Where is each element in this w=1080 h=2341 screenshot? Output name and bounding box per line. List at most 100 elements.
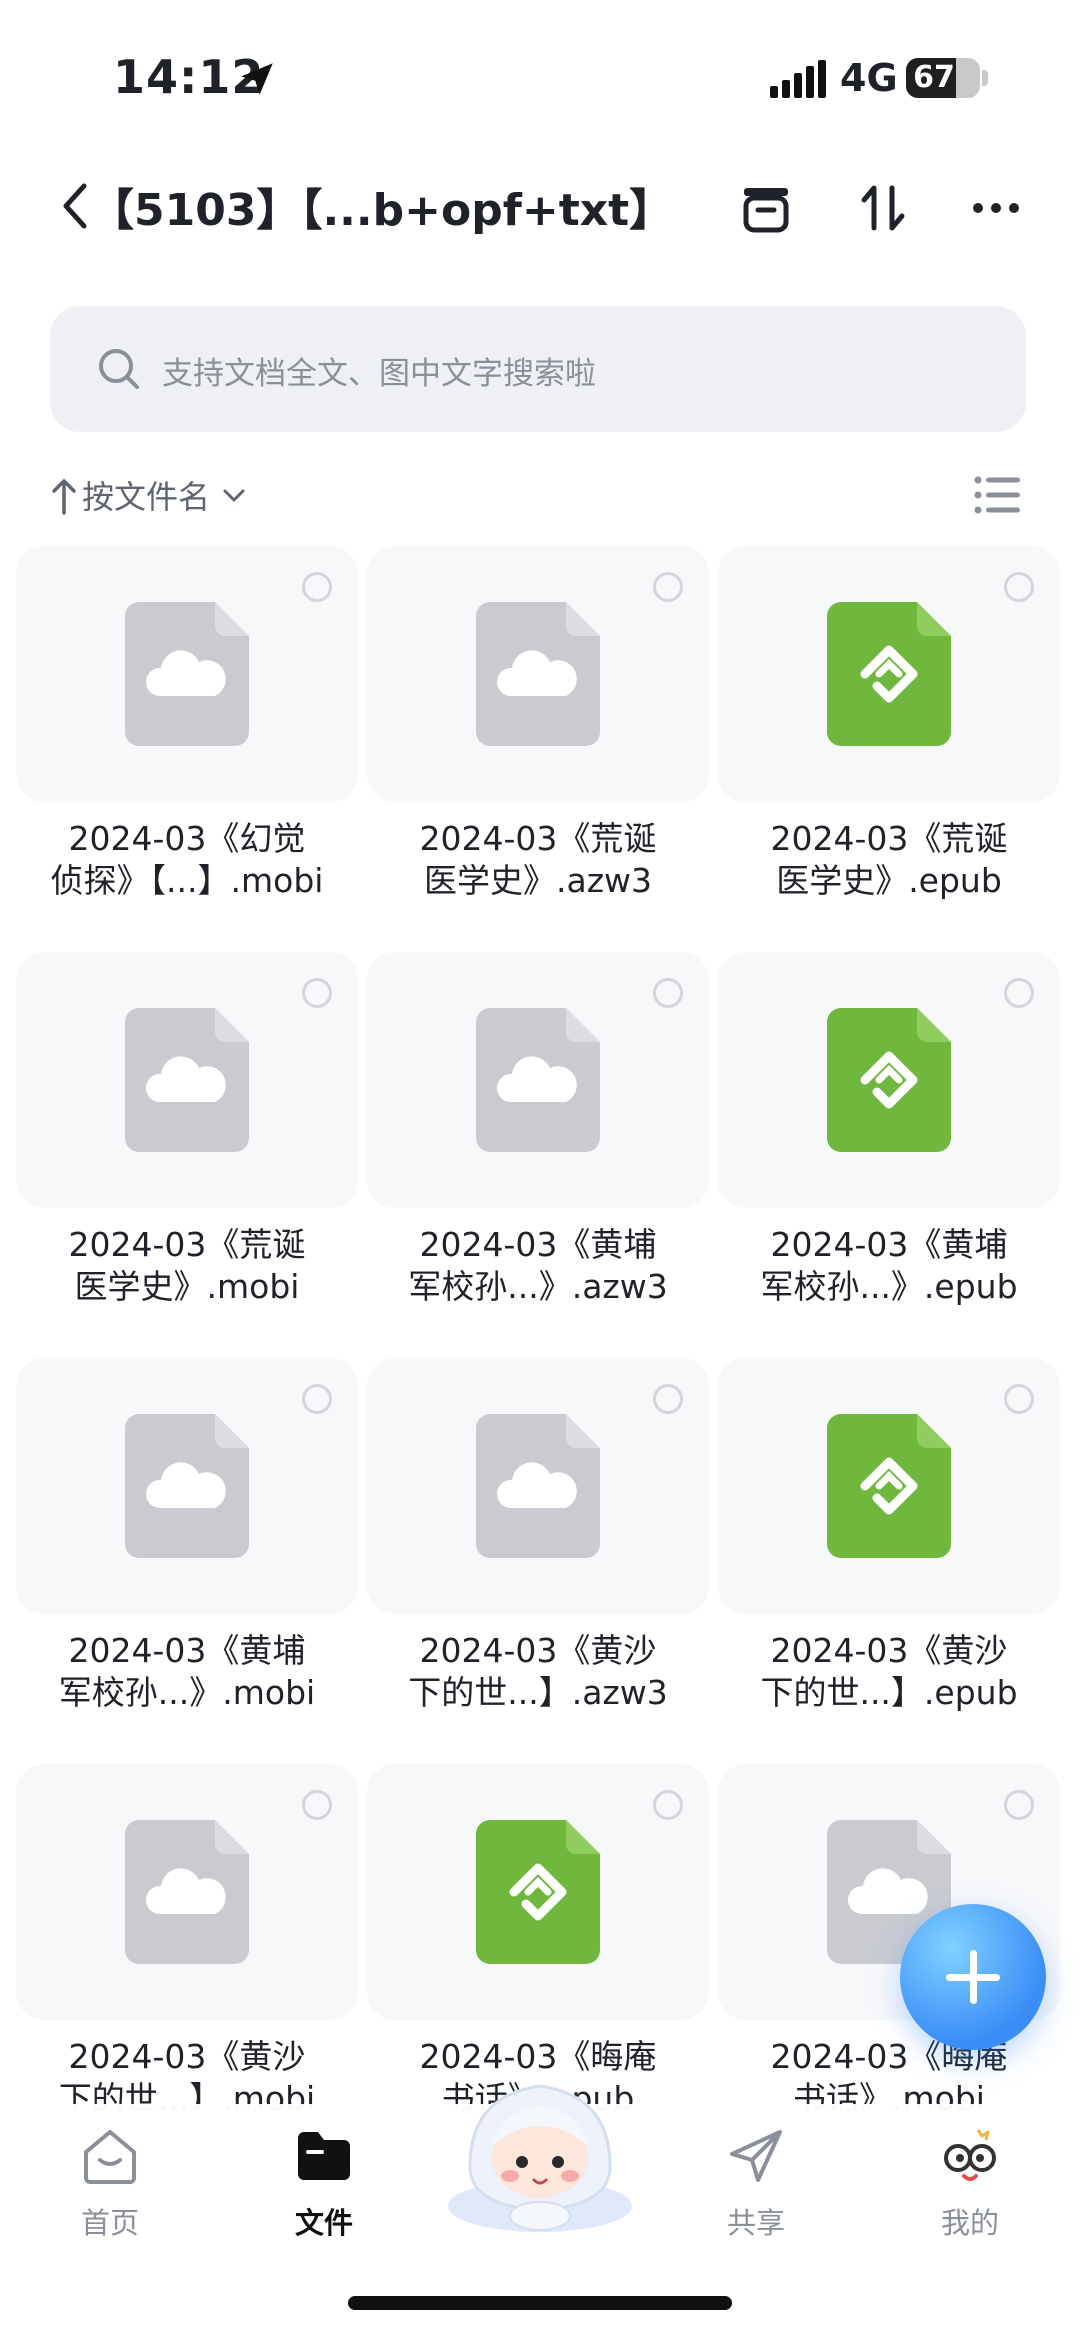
file-name: 2024-03《黄埔 军校孙...》.azw3: [367, 1224, 709, 1308]
search-icon: [99, 349, 139, 389]
battery-level: 67: [913, 60, 955, 95]
file-name-line1: 2024-03《黄埔: [419, 1225, 657, 1264]
profile-icon: [944, 2129, 996, 2181]
sort-label: 按文件名: [82, 478, 211, 516]
select-radio[interactable]: [1004, 978, 1034, 1008]
folder-icon: [298, 2132, 350, 2180]
file-name-line1: 2024-03《荒诞: [419, 819, 657, 858]
file-name-line2: 医学史》.azw3: [423, 861, 653, 900]
file-name-line1: 2024-03《荒诞: [770, 819, 1008, 858]
home-indicator: [348, 2296, 732, 2310]
select-radio[interactable]: [653, 1790, 683, 1820]
network-type: 4G: [840, 56, 898, 100]
file-thumbnail[interactable]: [16, 1764, 358, 2020]
tab-share[interactable]: 共享: [676, 2124, 836, 2264]
mascot-icon[interactable]: [440, 2066, 640, 2236]
select-radio[interactable]: [653, 572, 683, 602]
select-radio[interactable]: [1004, 572, 1034, 602]
file-name: 2024-03《荒诞 医学史》.mobi: [16, 1224, 358, 1308]
signal-icon: [770, 60, 826, 98]
tab-files-label: 文件: [294, 2206, 353, 2240]
tab-home-label: 首页: [80, 2206, 139, 2240]
file-name: 2024-03《荒诞 医学史》.epub: [718, 818, 1060, 902]
file-thumbnail[interactable]: [718, 952, 1060, 1208]
file-thumbnail[interactable]: [16, 1358, 358, 1614]
tab-profile[interactable]: 我的: [890, 2124, 1050, 2264]
tab-share-label: 共享: [726, 2206, 785, 2240]
file-name-line1: 2024-03《黄沙: [68, 2037, 306, 2076]
location-arrow-icon: [241, 63, 273, 95]
chevron-down-icon: [223, 489, 245, 502]
select-radio[interactable]: [302, 978, 332, 1008]
file-name: 2024-03《黄沙 下的世...】.azw3: [367, 1630, 709, 1714]
battery-cap: [982, 70, 988, 86]
file-thumbnail[interactable]: [16, 952, 358, 1208]
file-name-line2: 医学史》.epub: [776, 861, 1002, 900]
file-name: 2024-03《黄沙 下的世...】.mobi: [16, 2036, 358, 2110]
cloud-file-icon: [476, 1008, 600, 1152]
cloud-file-icon: [125, 602, 249, 746]
search-placeholder: 支持文档全文、图中文字搜索啦: [162, 356, 596, 392]
file-grid: 2024-03《幻觉 侦探》【...】.mobi 2024-03《荒诞 医学史》.az…: [16, 546, 1060, 2110]
file-thumbnail[interactable]: [718, 1358, 1060, 1614]
epub-file-icon: [827, 1414, 951, 1558]
search-input[interactable]: 支持文档全文、图中文字搜索啦: [50, 306, 1026, 432]
sort-swap-icon[interactable]: [856, 180, 912, 236]
select-radio[interactable]: [302, 1384, 332, 1414]
file-name-line2: 下的世...】.azw3: [408, 1673, 668, 1712]
file-name-line2: 军校孙...》.mobi: [58, 1673, 316, 1712]
select-radio[interactable]: [302, 1790, 332, 1820]
list-view-icon[interactable]: [974, 476, 1020, 514]
cloud-file-icon: [125, 1820, 249, 1964]
file-thumbnail[interactable]: [367, 1358, 709, 1614]
file-name-line1: 2024-03《黄埔: [770, 1225, 1008, 1264]
tab-profile-label: 我的: [940, 2206, 999, 2240]
file-name-line2: 军校孙...》.epub: [760, 1267, 1018, 1306]
arrow-up-icon: [52, 479, 76, 515]
more-icon[interactable]: [968, 180, 1024, 236]
file-thumbnail[interactable]: [16, 546, 358, 802]
tab-home[interactable]: 首页: [30, 2124, 190, 2264]
file-name-line2: 军校孙...》.azw3: [408, 1267, 668, 1306]
file-name-line2: 下的世...】.epub: [760, 1673, 1018, 1712]
cloud-file-icon: [476, 602, 600, 746]
cloud-file-icon: [125, 1008, 249, 1152]
file-name-line1: 2024-03《黄沙: [770, 1631, 1008, 1670]
file-name-line1: 2024-03《黄沙: [419, 1631, 657, 1670]
epub-file-icon: [827, 1008, 951, 1152]
select-radio[interactable]: [302, 572, 332, 602]
file-name-line2: 医学史》.mobi: [74, 1267, 300, 1306]
send-icon: [730, 2130, 782, 2182]
file-name: 2024-03《晦庵 书话》.mobi: [718, 2036, 1060, 2110]
file-name: 2024-03《荒诞 医学史》.azw3: [367, 818, 709, 902]
file-name: 2024-03《黄沙 下的世...】.epub: [718, 1630, 1060, 1714]
file-thumbnail[interactable]: [718, 546, 1060, 802]
select-radio[interactable]: [1004, 1384, 1034, 1414]
file-name-line2: 侦探》【...】.mobi: [50, 861, 324, 900]
file-name: 2024-03《黄埔 军校孙...》.mobi: [16, 1630, 358, 1714]
archive-icon[interactable]: [738, 180, 794, 236]
file-thumbnail[interactable]: [367, 952, 709, 1208]
battery-icon: 67: [906, 58, 980, 98]
epub-file-icon: [827, 602, 951, 746]
file-name-line1: 2024-03《黄埔: [68, 1631, 306, 1670]
select-radio[interactable]: [653, 978, 683, 1008]
file-name: 2024-03《黄埔 军校孙...》.epub: [718, 1224, 1060, 1308]
file-thumbnail[interactable]: [367, 546, 709, 802]
status-bar: 14:12 4G 67: [0, 0, 1080, 150]
file-name-line1: 2024-03《幻觉: [68, 819, 306, 858]
tab-files[interactable]: 文件: [244, 2124, 404, 2264]
file-name-line1: 2024-03《晦庵: [770, 2037, 1008, 2076]
select-radio[interactable]: [1004, 1790, 1034, 1820]
file-thumbnail[interactable]: [367, 1764, 709, 2020]
select-radio[interactable]: [653, 1384, 683, 1414]
cloud-file-icon: [476, 1414, 600, 1558]
plus-icon-vertical: [970, 1950, 977, 2004]
epub-file-icon: [476, 1820, 600, 1964]
home-icon: [84, 2130, 136, 2184]
file-name: 2024-03《幻觉 侦探》【...】.mobi: [16, 818, 358, 902]
file-name-line1: 2024-03《荒诞: [68, 1225, 306, 1264]
sort-dropdown[interactable]: 按文件名: [50, 470, 248, 520]
add-button[interactable]: [900, 1904, 1046, 2050]
cloud-file-icon: [125, 1414, 249, 1558]
